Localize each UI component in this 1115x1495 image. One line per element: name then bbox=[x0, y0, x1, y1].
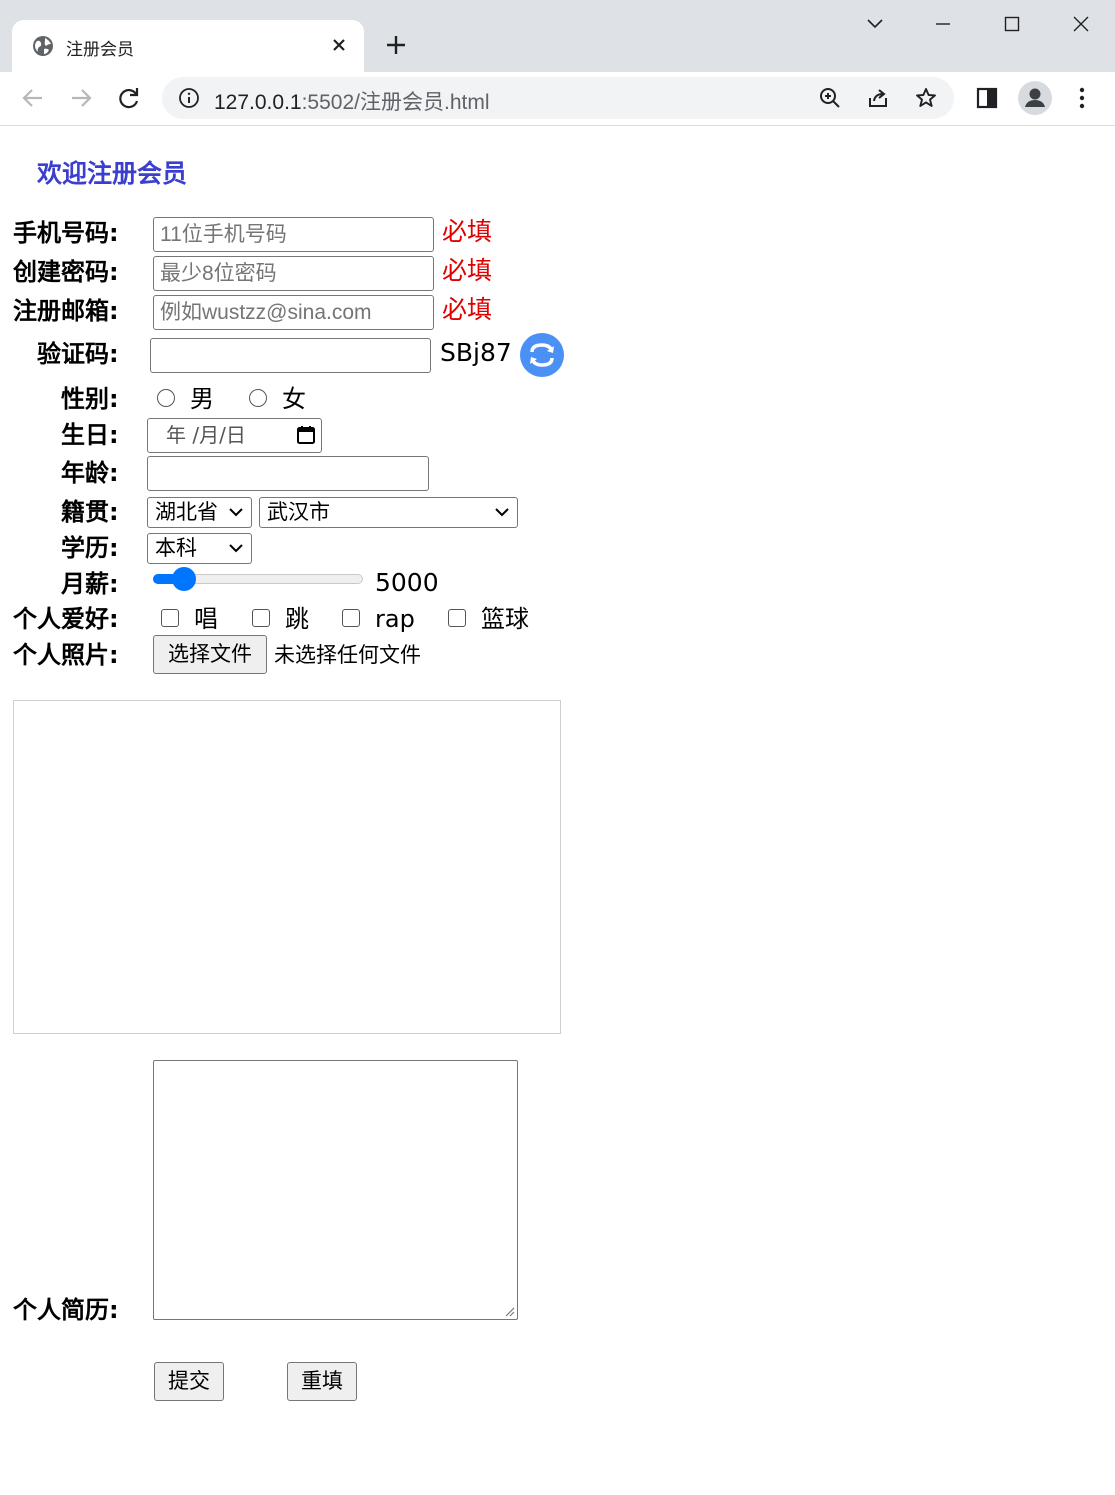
refresh-icon[interactable] bbox=[520, 333, 564, 377]
hobby-checkbox-rap[interactable] bbox=[342, 609, 360, 627]
bookmark-star-icon[interactable] bbox=[914, 86, 938, 110]
education-select[interactable]: 本科 bbox=[147, 533, 252, 564]
page-title: 欢迎注册会员 bbox=[37, 159, 188, 188]
hobby-checkbox-dance[interactable] bbox=[252, 609, 270, 627]
browser-toolbar: 127.0.0.1:5502/注册会员.html bbox=[0, 72, 1115, 126]
photo-label: 个人照片: bbox=[13, 641, 119, 669]
choose-file-button[interactable]: 选择文件 bbox=[153, 635, 267, 674]
address-bar[interactable]: 127.0.0.1:5502/注册会员.html bbox=[162, 77, 954, 119]
resize-handle-icon[interactable] bbox=[503, 1305, 515, 1317]
captcha-input[interactable] bbox=[150, 338, 431, 373]
share-icon[interactable] bbox=[866, 86, 890, 110]
education-value: 本科 bbox=[155, 536, 197, 560]
browser-chrome: 注册会员 127.0.0.1:5502/注册会员.html bbox=[0, 0, 1115, 126]
hobby-option-sing: 唱 bbox=[194, 605, 218, 633]
tab-title: 注册会员 bbox=[66, 40, 134, 59]
hobby-checkbox-basketball[interactable] bbox=[448, 609, 466, 627]
hobby-option-basketball: 篮球 bbox=[481, 605, 529, 633]
photo-preview bbox=[13, 700, 561, 1034]
maximize-icon[interactable] bbox=[998, 10, 1026, 38]
window-close-icon[interactable] bbox=[1067, 10, 1095, 38]
resume-textarea[interactable] bbox=[153, 1060, 518, 1320]
url-text: 127.0.0.1:5502/注册会员.html bbox=[214, 86, 490, 116]
calendar-icon[interactable] bbox=[295, 424, 317, 446]
page-content: 欢迎注册会员 手机号码: 11位手机号码 必填 创建密码: 最少8位密码 必填 … bbox=[0, 126, 1115, 1495]
province-select[interactable]: 湖北省 bbox=[147, 497, 252, 528]
profile-avatar[interactable] bbox=[1018, 81, 1052, 115]
phone-label: 手机号码: bbox=[13, 219, 119, 247]
city-select[interactable]: 武汉市 bbox=[259, 497, 518, 528]
gender-label: 性别: bbox=[61, 385, 119, 413]
submit-button[interactable]: 提交 bbox=[154, 1362, 224, 1401]
minimize-icon[interactable] bbox=[929, 10, 957, 38]
password-required: 必填 bbox=[442, 256, 493, 285]
email-input[interactable]: 例如wustzz@sina.com bbox=[153, 295, 434, 330]
hobby-checkbox-sing[interactable] bbox=[161, 609, 179, 627]
reset-button[interactable]: 重填 bbox=[287, 1362, 357, 1401]
email-required: 必填 bbox=[442, 295, 493, 324]
city-value: 武汉市 bbox=[267, 500, 330, 524]
chevron-down-icon bbox=[229, 508, 243, 517]
birthday-label: 生日: bbox=[61, 421, 119, 449]
back-icon[interactable] bbox=[19, 84, 47, 112]
file-status: 未选择任何文件 bbox=[274, 643, 421, 667]
close-icon[interactable] bbox=[328, 34, 350, 56]
hobby-option-dance: 跳 bbox=[285, 605, 309, 633]
email-label: 注册邮箱: bbox=[13, 297, 119, 325]
salary-value: 5000 bbox=[375, 568, 439, 597]
education-label: 学历: bbox=[61, 534, 119, 562]
phone-input[interactable]: 11位手机号码 bbox=[153, 217, 434, 252]
captcha-label: 验证码: bbox=[37, 340, 119, 368]
hobbies-label: 个人爱好: bbox=[13, 605, 119, 633]
gender-radio-female[interactable] bbox=[249, 389, 267, 407]
salary-slider-thumb[interactable] bbox=[171, 567, 196, 591]
reload-icon[interactable] bbox=[115, 84, 143, 112]
browser-tab[interactable]: 注册会员 bbox=[12, 20, 364, 72]
url-host: 127.0.0.1 bbox=[214, 91, 302, 114]
captcha-code: SBj87 bbox=[440, 338, 512, 367]
new-tab-icon[interactable] bbox=[383, 32, 409, 58]
age-input[interactable] bbox=[147, 456, 429, 491]
gender-option-female: 女 bbox=[282, 385, 306, 413]
zoom-icon[interactable] bbox=[818, 86, 842, 110]
chevron-down-icon bbox=[229, 544, 243, 553]
password-input[interactable]: 最少8位密码 bbox=[153, 256, 434, 291]
phone-required: 必填 bbox=[442, 217, 493, 246]
resume-label: 个人简历: bbox=[13, 1296, 119, 1324]
gender-radio-male[interactable] bbox=[157, 389, 175, 407]
salary-label: 月薪: bbox=[61, 570, 119, 598]
tab-strip: 注册会员 bbox=[0, 0, 1115, 72]
forward-icon[interactable] bbox=[67, 84, 95, 112]
info-icon[interactable] bbox=[178, 87, 200, 109]
chevron-down-icon bbox=[495, 508, 509, 517]
person-icon bbox=[1025, 88, 1045, 107]
url-path: :5502/注册会员.html bbox=[301, 91, 490, 114]
gender-option-male: 男 bbox=[190, 385, 214, 413]
password-label: 创建密码: bbox=[13, 258, 119, 286]
menu-kebab-icon[interactable] bbox=[1068, 84, 1096, 112]
tab-search-icon[interactable] bbox=[861, 10, 889, 38]
age-label: 年龄: bbox=[61, 459, 119, 487]
hometown-label: 籍贯: bbox=[61, 498, 119, 526]
hobby-option-rap: rap bbox=[375, 605, 415, 633]
province-value: 湖北省 bbox=[155, 500, 218, 524]
side-panel-icon[interactable] bbox=[973, 84, 1001, 112]
globe-icon bbox=[33, 36, 53, 56]
